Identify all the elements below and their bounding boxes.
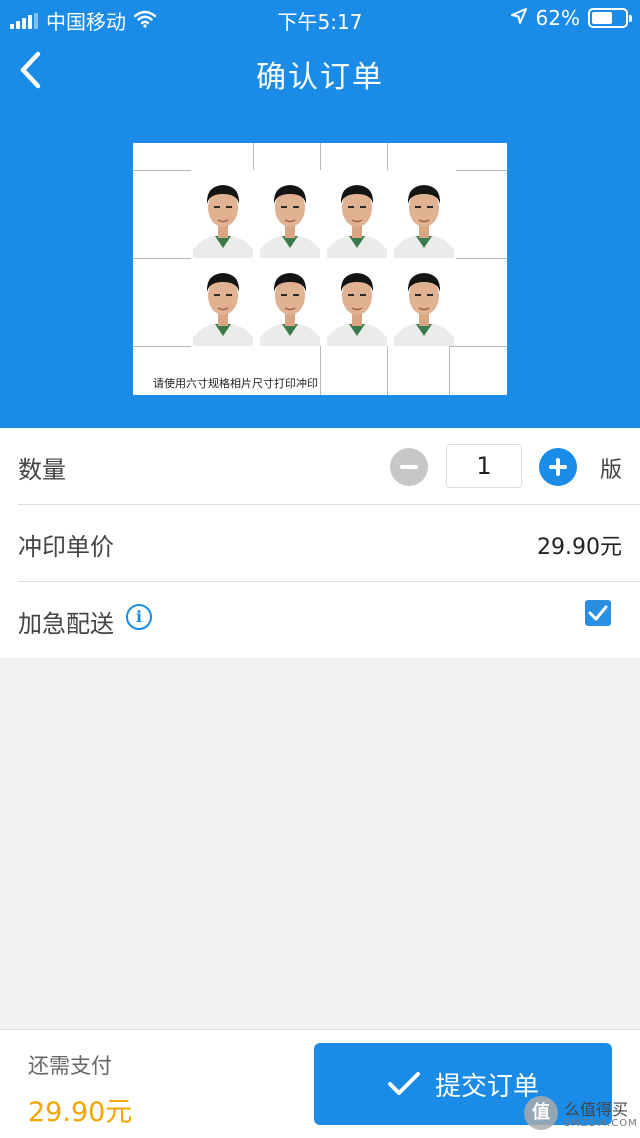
cut-line <box>387 143 388 170</box>
pay-label: 还需支付 <box>28 1054 112 1078</box>
cut-line <box>387 346 388 395</box>
cut-line <box>133 346 191 347</box>
cut-line <box>320 143 321 170</box>
price-label: 冲印单价 <box>18 533 114 561</box>
cut-line <box>449 346 450 395</box>
page-title: 确认订单 <box>256 60 384 95</box>
checkmark-icon <box>588 605 608 621</box>
id-photo <box>392 258 456 346</box>
express-row: 加急配送 i <box>0 582 640 658</box>
watermark-sub: SMZDM.COM <box>564 1118 638 1129</box>
watermark-text: 么值得买 <box>564 1100 629 1119</box>
cut-line <box>449 258 507 259</box>
express-checkbox[interactable] <box>585 600 611 626</box>
quantity-input[interactable]: 1 <box>446 444 522 488</box>
cut-line <box>449 346 507 347</box>
cut-line <box>133 170 191 171</box>
price-row: 冲印单价 29.90元 <box>0 505 640 582</box>
location-arrow-icon <box>510 6 528 30</box>
quantity-row: 数量 1 版 <box>0 428 640 505</box>
order-form: 数量 1 版 冲印单价 29.90元 加急配送 i <box>0 428 640 658</box>
id-photo <box>392 170 456 258</box>
info-icon[interactable]: i <box>126 604 152 630</box>
battery-percent: 62% <box>535 6 580 30</box>
id-photo <box>191 170 255 258</box>
id-photo <box>325 258 389 346</box>
photo-row <box>191 170 456 258</box>
watermark-badge: 值 <box>524 1096 558 1130</box>
cut-line <box>449 170 507 171</box>
express-label: 加急配送 <box>18 610 114 638</box>
quantity-label: 数量 <box>18 456 66 484</box>
cut-line <box>320 346 321 395</box>
decrease-quantity-button[interactable] <box>390 448 428 486</box>
id-photo <box>258 258 322 346</box>
cut-line <box>133 258 191 259</box>
photo-row <box>191 258 456 346</box>
cut-line <box>253 143 254 170</box>
status-bar: 中国移动 下午5:17 62% <box>0 0 640 36</box>
increase-quantity-button[interactable] <box>539 448 577 486</box>
quantity-unit: 版 <box>600 458 623 483</box>
id-photo <box>258 170 322 258</box>
preview-caption: 请使用六寸规格相片尺寸打印冲印 <box>153 377 318 390</box>
header: 中国移动 下午5:17 62% 确认订单 请使用六寸规格相片尺寸打印冲印 <box>0 0 640 428</box>
watermark: 值 么值得买 SMZDM.COM <box>520 1092 640 1138</box>
id-photo <box>325 170 389 258</box>
battery-icon <box>588 8 632 28</box>
pay-amount: 29.90元 <box>28 1097 133 1128</box>
check-icon <box>387 1072 420 1095</box>
nav-bar: 确认订单 <box>0 36 640 108</box>
price-value: 29.90元 <box>537 535 622 560</box>
id-photo <box>191 258 255 346</box>
photo-preview: 请使用六寸规格相片尺寸打印冲印 <box>133 143 507 395</box>
status-right: 62% <box>510 6 632 30</box>
